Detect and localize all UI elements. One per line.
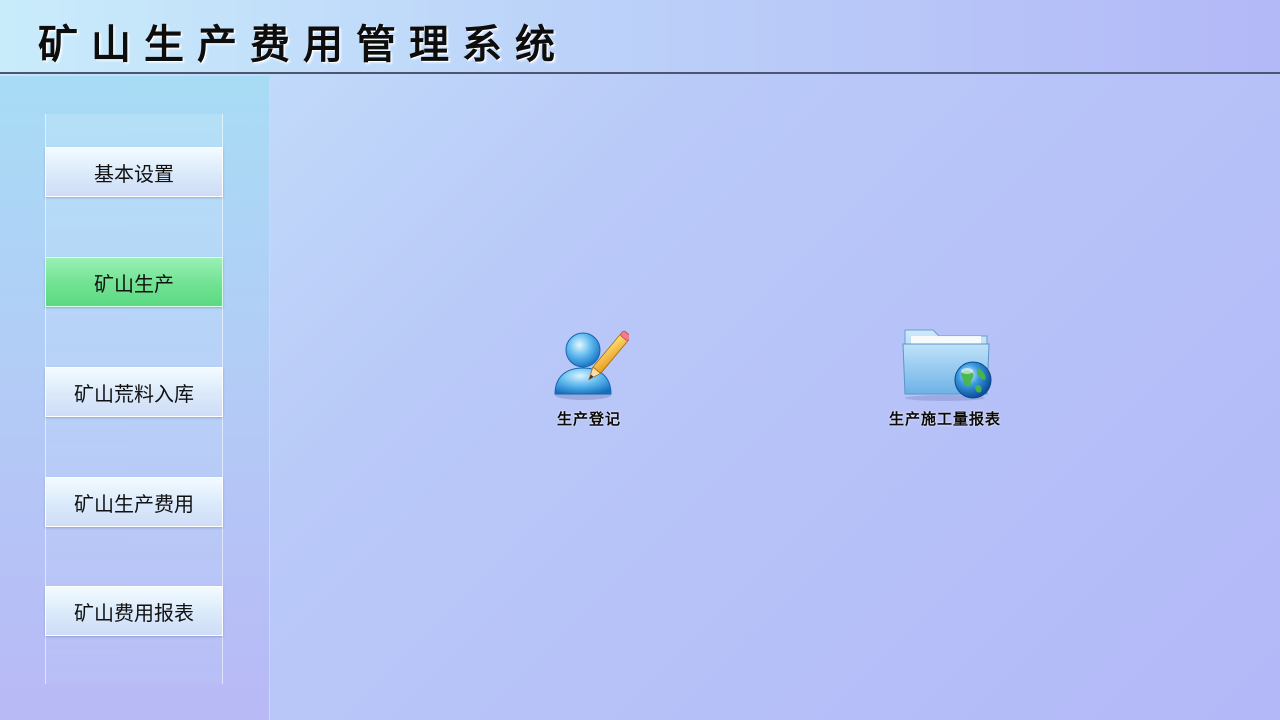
nav-basic-settings[interactable]: 基本设置 — [45, 147, 223, 197]
folder-globe-icon — [902, 329, 992, 401]
app-title: 矿山生产费用管理系统 — [38, 22, 568, 68]
shortcut-production-register[interactable]: 生产登记 — [549, 324, 629, 429]
nav-mine-production[interactable]: 矿山生产 — [45, 257, 223, 307]
shortcut-construction-report[interactable]: 生产施工量报表 — [889, 324, 1001, 429]
main-content: 生产登记 生产施工量报表 — [271, 76, 1280, 720]
user-edit-icon — [554, 330, 629, 400]
shortcut-label: 生产登记 — [556, 410, 621, 428]
nav-production-cost[interactable]: 矿山生产费用 — [45, 477, 223, 527]
nav-cost-report[interactable]: 矿山费用报表 — [45, 586, 223, 636]
nav-rough-stone-inbound[interactable]: 矿山荒料入库 — [45, 367, 223, 417]
shortcut-label: 生产施工量报表 — [889, 410, 1002, 428]
header-bar: 矿山生产费用管理系统 — [0, 0, 1280, 74]
